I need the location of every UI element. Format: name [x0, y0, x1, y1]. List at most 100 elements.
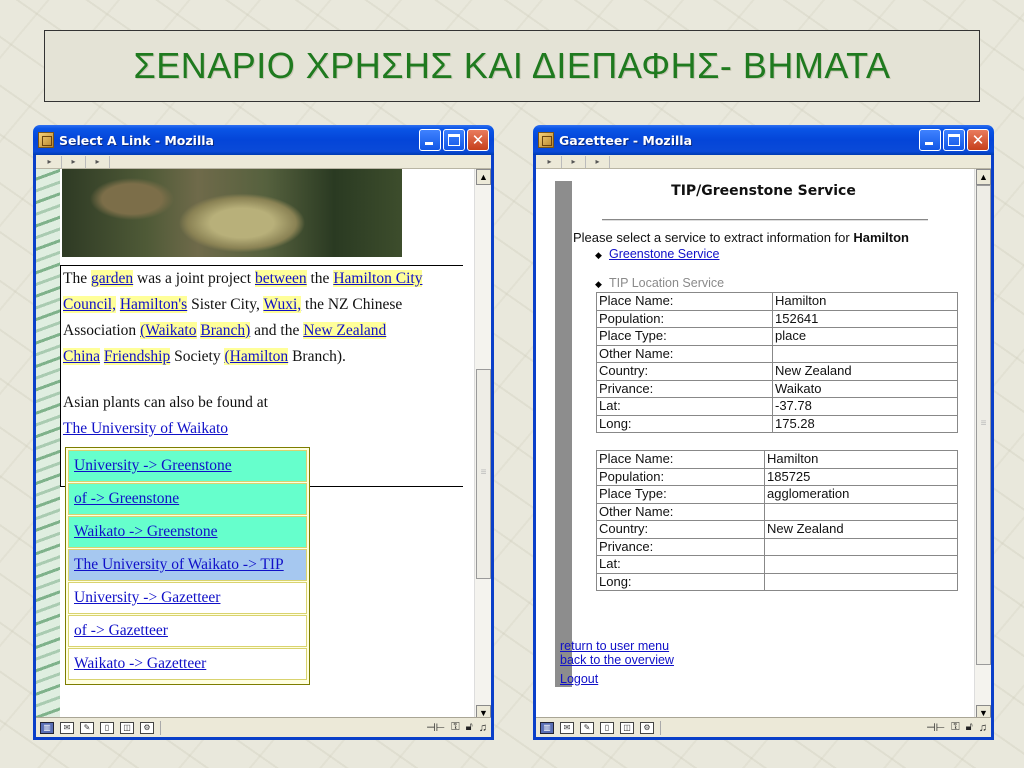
link-wuxi[interactable]: Wuxi,	[263, 296, 302, 313]
chat-icon[interactable]: ◫	[120, 721, 134, 734]
composer-icon[interactable]: ✎	[580, 721, 594, 734]
link-hamilton-city[interactable]: Hamilton City	[333, 270, 423, 287]
scroll-thumb[interactable]	[476, 369, 491, 579]
online-status-icon: ⊣⊢	[426, 722, 446, 734]
table-cell-field: Long:	[596, 572, 765, 591]
popup-item-selected[interactable]: The University of Waikato -> TIP	[68, 549, 307, 581]
table-cell-value: Hamilton	[772, 292, 958, 311]
link-council[interactable]: Council,	[63, 296, 116, 313]
nav-toolbar: ▸ ▸ ▸	[536, 155, 991, 169]
popup-item[interactable]: of -> Greenstone	[68, 483, 307, 515]
service-item: ◆ TIP Location Service	[595, 276, 724, 290]
toolbar-grip-icon[interactable]: ▸	[562, 155, 586, 168]
popup-item[interactable]: Waikato -> Greenstone	[68, 516, 307, 548]
slide-title-box: ΣΕΝΑΡΙΟ ΧΡΗΣΗΣ ΚΑΙ ΔΙΕΠΑΦΗΣ- ΒΗΜΑΤΑ	[44, 30, 980, 102]
prompt-place: Hamilton	[853, 230, 909, 245]
link-garden[interactable]: garden	[90, 270, 134, 287]
braid-border-decoration	[36, 169, 60, 721]
table-cell-field: Country:	[596, 362, 773, 381]
table-row: Country: New Zealand	[596, 362, 958, 381]
navigator-icon[interactable]: ▥	[40, 721, 54, 734]
text: Asian plants can also be found at	[63, 394, 268, 411]
link-waikato[interactable]: (Waikato	[140, 322, 197, 339]
settings-icon[interactable]: ⚙	[140, 721, 154, 734]
mail-icon[interactable]: ✉	[560, 721, 574, 734]
close-button[interactable]: ✕	[967, 129, 989, 151]
toolbar-grip-icon[interactable]: ▸	[38, 155, 62, 168]
link-friendship[interactable]: Friendship	[103, 348, 171, 365]
toolbar-grip-icon[interactable]: ▸	[62, 155, 86, 168]
table-cell-field: Lat:	[596, 397, 773, 416]
select-link-titlebar[interactable]: Select A Link - Mozilla ✕	[33, 125, 494, 155]
popup-item-label: of -> Gazetteer	[74, 622, 168, 639]
link-between[interactable]: between	[254, 270, 307, 287]
text: and the	[250, 322, 304, 339]
scroll-up-button[interactable]: ▲	[476, 169, 491, 185]
divider	[602, 219, 928, 221]
popup-item-label: Waikato -> Gazetteer	[74, 655, 207, 672]
music-note-icon: ♫	[478, 721, 487, 734]
popup-item[interactable]: of -> Gazetteer	[68, 615, 307, 647]
settings-icon[interactable]: ⚙	[640, 721, 654, 734]
table-cell-value: New Zealand	[764, 520, 958, 539]
table-row: Other Name:	[596, 502, 958, 521]
maximize-icon	[948, 134, 960, 146]
bullet-icon: ◆	[595, 250, 602, 260]
return-to-user-menu-link[interactable]: return to user menu	[560, 639, 674, 653]
vertical-scrollbar[interactable]: ▲ ▼	[474, 169, 491, 721]
logout-link[interactable]: Logout	[560, 672, 674, 686]
scroll-up-button[interactable]: ▲	[976, 169, 991, 185]
popup-item[interactable]: University -> Gazetteer	[68, 582, 307, 614]
mail-icon[interactable]: ✉	[60, 721, 74, 734]
link-branch[interactable]: Branch)	[200, 322, 251, 339]
scroll-thumb[interactable]	[976, 185, 991, 665]
popup-item-label: of -> Greenstone	[74, 490, 180, 507]
table-cell-field: Place Type:	[596, 327, 773, 346]
navigator-icon[interactable]: ▥	[540, 721, 554, 734]
toolbar-grip-icon[interactable]: ▸	[586, 155, 610, 168]
minimize-button[interactable]	[919, 129, 941, 151]
tip-service-label: TIP Location Service	[609, 276, 725, 290]
table-cell-value: 175.28	[772, 414, 958, 433]
table-cell-value: 152641	[772, 309, 958, 328]
table-cell-field: Place Name:	[596, 450, 765, 469]
popup-item[interactable]: University -> Greenstone	[68, 450, 307, 482]
table-row: Privance: Waikato	[596, 379, 958, 398]
link-china[interactable]: China	[63, 348, 101, 365]
minimize-button[interactable]	[419, 129, 441, 151]
link-hamiltons[interactable]: Hamilton's	[119, 296, 188, 313]
status-text-area	[660, 720, 920, 735]
minimize-icon	[425, 142, 433, 145]
toolbar-grip-icon[interactable]: ▸	[538, 155, 562, 168]
gazetteer-titlebar[interactable]: Gazetteer - Mozilla ✕	[533, 125, 994, 155]
toolbar-grip-icon[interactable]: ▸	[86, 155, 110, 168]
text: the NZ Chinese	[301, 296, 403, 313]
popup-item-label: University -> Greenstone	[74, 457, 232, 474]
text: Society	[170, 348, 225, 365]
table-row: Country: New Zealand	[596, 520, 958, 539]
link-hamilton[interactable]: (Hamilton	[224, 348, 289, 365]
link-new-zealand[interactable]: New Zealand	[303, 322, 387, 339]
chat-icon[interactable]: ◫	[620, 721, 634, 734]
table-cell-value: Waikato	[772, 379, 958, 398]
greenstone-service-link[interactable]: Greenstone Service	[609, 247, 719, 261]
close-button[interactable]: ✕	[467, 129, 489, 151]
popup-item[interactable]: Waikato -> Gazetteer	[68, 648, 307, 680]
maximize-button[interactable]	[443, 129, 465, 151]
address-book-icon[interactable]: ▯	[100, 721, 114, 734]
window-title: Select A Link - Mozilla	[59, 132, 214, 148]
back-to-overview-link[interactable]: back to the overview	[560, 653, 674, 667]
minimize-icon	[925, 142, 933, 145]
text: the	[306, 270, 334, 287]
table-row: Long: 175.28	[596, 414, 958, 433]
table-row: Lat:	[596, 555, 958, 574]
link-university-of-waikato[interactable]: The University of Waikato	[63, 420, 228, 437]
table-row: Place Name: Hamilton	[596, 292, 958, 311]
address-book-icon[interactable]: ▯	[600, 721, 614, 734]
composer-icon[interactable]: ✎	[80, 721, 94, 734]
maximize-button[interactable]	[943, 129, 965, 151]
table-cell-value	[764, 572, 958, 591]
table-row: Other Name:	[596, 344, 958, 363]
service-item: ◆ Greenstone Service	[595, 247, 719, 261]
vertical-scrollbar[interactable]: ▲ ▼	[974, 169, 991, 721]
